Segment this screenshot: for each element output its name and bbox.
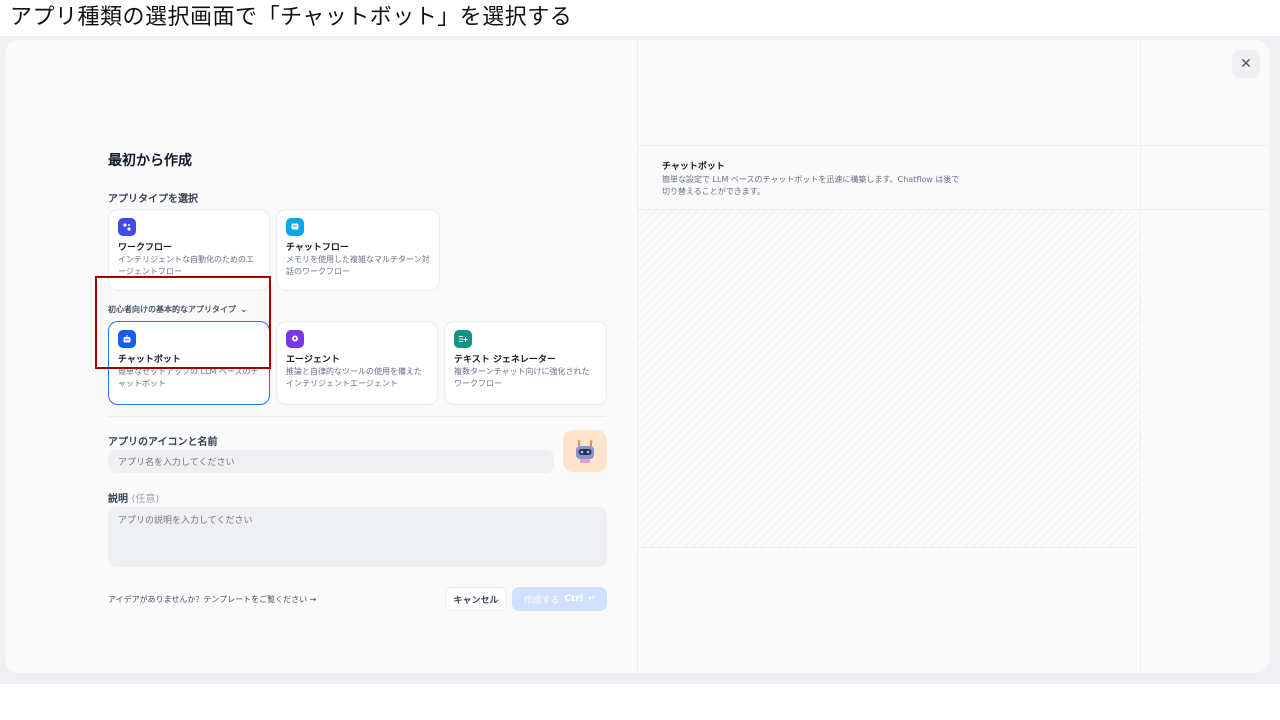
app-type-text-generator[interactable]: テキスト ジェネレーター 複数ターンチャット向けに強化されたワークフロー: [444, 321, 607, 405]
app-name-input[interactable]: [108, 450, 554, 473]
app-type-agent[interactable]: エージェント 推論と自律的なツールの使用を備えたインテリジェントエージェント: [276, 321, 438, 405]
card-title: エージェント: [286, 355, 340, 365]
preview-description: 簡単な設定で LLM ベースのチャットボットを迅速に構築します。Chatflow…: [662, 175, 960, 196]
card-desc: メモリを使用した複雑なマルチターン対話のワークフロー: [286, 255, 430, 276]
description-label-text: 説明: [108, 494, 128, 505]
modal-title: 最初から作成: [108, 153, 192, 169]
preview-header: チャットボット 簡単な設定で LLM ベースのチャットボットを迅速に構築します。…: [638, 145, 1269, 210]
preview-area: [638, 210, 1140, 548]
instruction-caption: アプリ種類の選択画面で「チャットボット」を選択する: [10, 5, 573, 30]
card-desc: 推論と自律的なツールの使用を備えたインテリジェントエージェント: [286, 367, 422, 388]
app-name-label: アプリのアイコンと名前: [108, 437, 218, 448]
divider: [108, 416, 606, 417]
card-desc: インテリジェントな自動化のためのエージェントフロー: [118, 255, 254, 276]
card-title: ワークフロー: [118, 243, 173, 253]
app-type-label: アプリタイプを選択: [108, 194, 198, 205]
create-button-label: 作成する: [523, 595, 560, 606]
shortcut-ctrl: Ctrl: [564, 594, 583, 604]
app-icon-picker[interactable]: [563, 430, 607, 472]
arrow-right-icon: →: [309, 595, 317, 604]
template-link-text: アイデアがありませんか？テンプレートをご覧ください: [108, 595, 308, 604]
preview-divider: [1140, 40, 1141, 673]
close-button[interactable]: ✕: [1232, 50, 1260, 78]
selection-highlight-box: [95, 276, 271, 369]
optional-tag: (任意): [131, 494, 160, 505]
create-button[interactable]: 作成する Ctrl ↵: [512, 587, 607, 611]
robot-icon: [576, 440, 594, 463]
enter-icon: ↵: [587, 594, 596, 604]
text-generator-icon: [454, 330, 472, 348]
agent-icon: [286, 330, 304, 348]
card-desc: 複数ターンチャット向けに強化されたワークフロー: [454, 367, 590, 388]
cancel-button[interactable]: キャンセル: [445, 587, 507, 611]
workflow-icon: [118, 218, 136, 236]
app-type-chatflow[interactable]: チャットフロー メモリを使用した複雑なマルチターン対話のワークフロー: [276, 209, 440, 291]
card-title: テキスト ジェネレーター: [454, 355, 556, 365]
description-input[interactable]: [108, 507, 607, 567]
description-label: 説明 (任意): [108, 490, 159, 505]
template-link[interactable]: アイデアがありませんか？テンプレートをご覧ください →: [108, 594, 316, 605]
card-title: チャットフロー: [286, 243, 349, 253]
card-desc: 簡単なセットアップの LLM ベースのチャットボット: [118, 367, 259, 388]
close-icon: ✕: [1240, 56, 1252, 72]
chatflow-icon: [286, 218, 304, 236]
preview-panel: チャットボット 簡単な設定で LLM ベースのチャットボットを迅速に構築します。…: [637, 40, 1269, 673]
preview-title: チャットボット: [662, 162, 725, 172]
